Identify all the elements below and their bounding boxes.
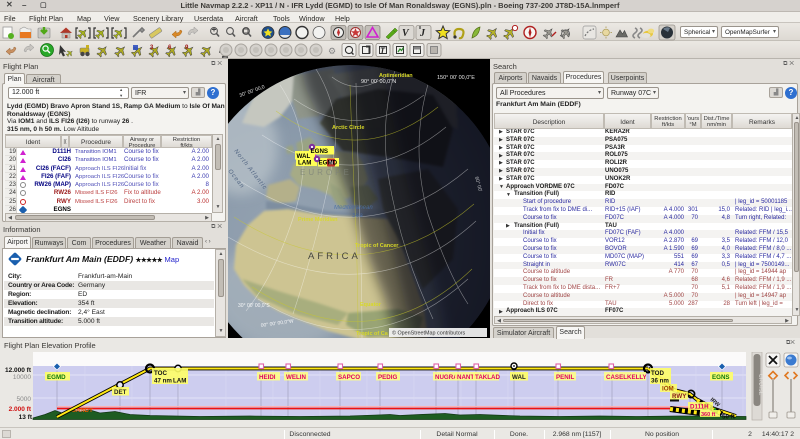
svg-text:TOD: TOD [651, 370, 664, 377]
svg-text:AFRICA: AFRICA [308, 251, 361, 262]
svg-text:EGMD: EGMD [319, 160, 338, 167]
svg-text:D111H: D111H [690, 404, 709, 411]
svg-text:RWY: RWY [672, 393, 687, 400]
svg-text:90° 00' 00,0"N: 90° 00' 00,0"N [361, 79, 396, 85]
svg-text:30° 00' 00,0"S: 30° 00' 00,0"S [238, 303, 270, 309]
svg-text:13 ft: 13 ft [19, 414, 33, 421]
svg-text:WELIN: WELIN [286, 374, 306, 381]
svg-text:TAKLAD: TAKLAD [475, 374, 501, 381]
svg-text:Antimeridian: Antimeridian [379, 73, 413, 79]
svg-text:PEDIG: PEDIG [378, 374, 397, 381]
svg-text:10000: 10000 [13, 374, 31, 381]
svg-text:2.000 ft: 2.000 ft [9, 406, 32, 413]
svg-text:CRUISE: CRUISE [757, 374, 763, 396]
svg-text:PENIL: PENIL [556, 374, 574, 381]
svg-text:IOM: IOM [662, 386, 674, 393]
svg-text:Sea: Sea [352, 213, 363, 219]
svg-text:360 ft: 360 ft [701, 412, 716, 418]
svg-text:J: J [419, 28, 426, 39]
svg-text:HEIDI: HEIDI [259, 374, 276, 381]
svg-text:Tropic of Ca: Tropic of Ca [356, 331, 389, 337]
svg-text:47 nm: 47 nm [154, 378, 172, 385]
svg-text:LAM: LAM [298, 160, 311, 167]
svg-text:Arctic Circle: Arctic Circle [332, 125, 364, 131]
svg-text:50 ft: 50 ft [722, 414, 735, 421]
svg-text:Prime Meridian: Prime Meridian [298, 217, 338, 223]
svg-text:Equator: Equator [360, 302, 382, 308]
svg-text:Mediterranean: Mediterranean [334, 205, 373, 211]
svg-text:EGNS: EGNS [311, 148, 329, 155]
svg-text:12.000 ft: 12.000 ft [5, 367, 32, 374]
svg-text:NUGRA: NUGRA [435, 374, 458, 381]
svg-text:© OpenStreetMap contributors: © OpenStreetMap contributors [392, 330, 465, 337]
svg-text:DET: DET [114, 389, 127, 396]
svg-text:LAM: LAM [173, 378, 186, 385]
svg-text:WAL: WAL [512, 374, 526, 381]
svg-text:150° 00' 00,0"E: 150° 00' 00,0"E [437, 75, 475, 81]
svg-text:EGNS: EGNS [712, 374, 730, 381]
svg-text:SAPCO: SAPCO [338, 374, 360, 381]
svg-text:TOC: TOC [154, 370, 167, 377]
svg-text:Tropic of Cancer: Tropic of Cancer [355, 243, 399, 249]
svg-text:⚙: ⚙ [328, 46, 336, 56]
svg-text:5000: 5000 [17, 396, 32, 403]
svg-text:EGMD: EGMD [47, 374, 66, 381]
svg-text:EUROPE: EUROPE [300, 168, 352, 177]
svg-text:CASELKELLY: CASELKELLY [606, 374, 648, 381]
svg-text:36 nm: 36 nm [651, 378, 669, 385]
